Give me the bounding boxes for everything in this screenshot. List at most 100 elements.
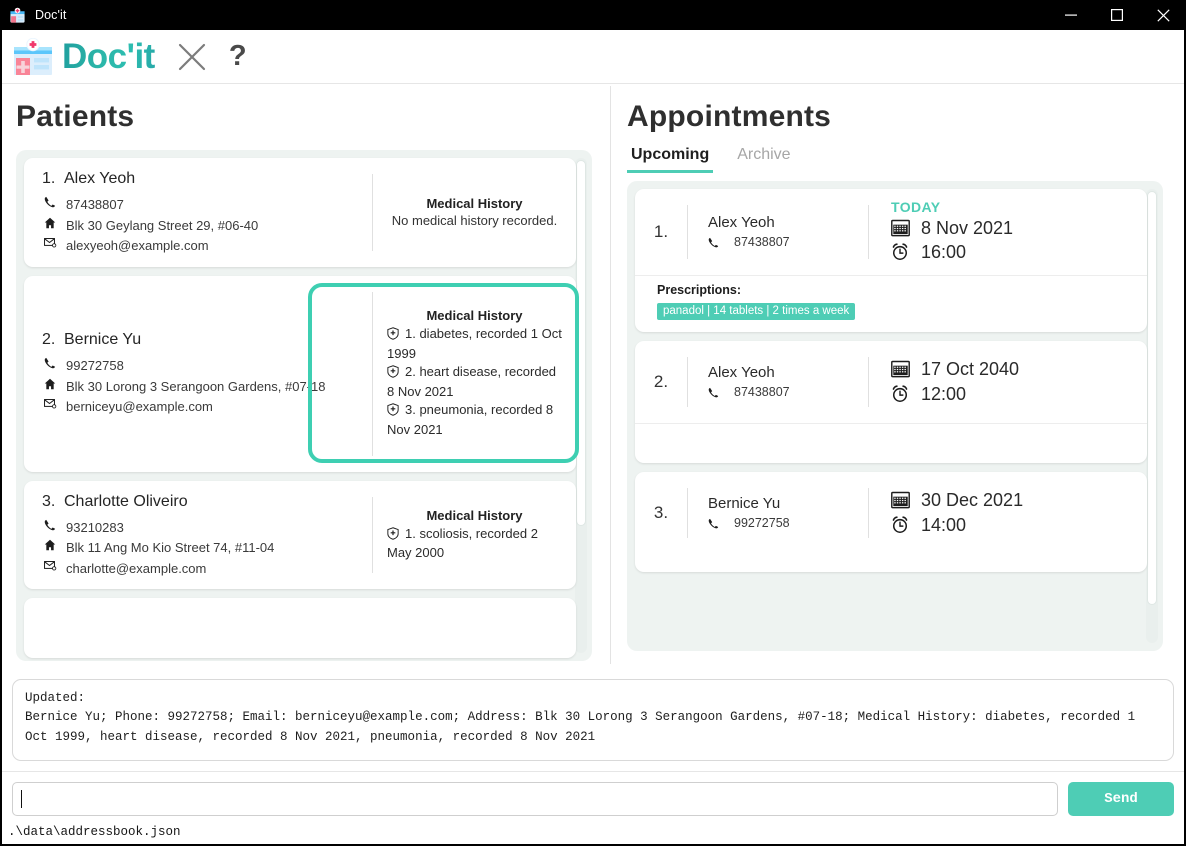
home-icon [42,217,66,229]
appointment-patient-phone: 87438807 [734,235,790,250]
alarm-clock-icon [891,243,921,261]
medical-history-item: 1. diabetes, recorded 1 Oct 1999 [387,325,562,363]
patients-panel: Patients 1. Alex Yeoh 87438807 Blk 30 Ge… [2,84,610,671]
appointment-index: 2. [653,371,669,391]
appointment-date-row: 30 Dec 2021 [891,488,1147,512]
appointment-time: 12:00 [921,383,967,404]
appointment-index: 3. [653,502,669,522]
patient-name-row: 1. Alex Yeoh [42,170,372,188]
appointment-time: 14:00 [921,514,967,535]
appointments-scrollbar-thumb[interactable] [1147,191,1157,605]
patient-medical-history: Medical History No medical history recor… [373,170,576,255]
appointment-index: 1. [653,221,669,241]
medical-history-text: 1. scoliosis, recorded 2 May 2000 [387,525,538,561]
appointment-card[interactable]: 1. Alex Yeoh 87438807 TODAY 8 Nov 2021 1… [635,189,1147,332]
shield-icon [387,365,399,383]
status-bar: .\data\addressbook.json [8,825,181,839]
appointment-datetime: 17 Oct 2040 12:00 [869,357,1147,406]
prescription-tag: panadol | 14 tablets | 2 times a week [657,302,856,320]
email-icon [42,398,66,409]
patient-name: Alex Yeoh [64,170,136,187]
maximize-icon[interactable] [1094,0,1140,30]
patient-email: berniceyu@example.com [66,399,213,415]
app-header: Doc'it ? [2,30,1184,84]
patient-address: Blk 30 Lorong 3 Serangoon Gardens, #07-1… [66,378,326,394]
clinic-icon [9,7,26,24]
appointment-card[interactable]: 3. Bernice Yu 99272758 30 Dec 2021 14:00 [635,471,1147,572]
shield-icon [387,327,399,345]
appointment-datetime: 30 Dec 2021 14:00 [869,488,1147,537]
patient-card[interactable] [24,598,576,659]
alarm-clock-icon [891,516,921,534]
patient-name: Charlotte Oliveiro [64,492,188,510]
appointments-tabs: Upcoming Archive [627,144,1184,173]
patient-index: 2. [42,331,56,349]
patients-title: Patients [16,100,135,133]
phone-icon [42,196,66,208]
patient-address-row: Blk 30 Geylang Street 29, #06-40 [42,217,372,235]
appointment-patient-phone: 87438807 [734,385,790,400]
home-icon [42,539,66,551]
patient-phone: 87438807 [66,197,124,212]
appointment-patient: Bernice Yu 99272758 [688,495,868,530]
tab-archive[interactable]: Archive [733,144,794,173]
tab-upcoming[interactable]: Upcoming [627,144,714,173]
calendar-icon [891,360,921,378]
medical-history-text: 1. diabetes, recorded 1 Oct 1999 [387,326,562,362]
patients-scrollbar[interactable] [575,158,587,653]
close-x-icon[interactable] [177,42,207,72]
appointment-patient: Alex Yeoh 87438807 [688,214,868,249]
patient-email: charlotte@example.com [66,560,207,576]
patient-name-row: 3. Charlotte Oliveiro [42,493,372,511]
appointment-date-row: 8 Nov 2021 [891,216,1147,240]
command-input[interactable] [12,782,1058,816]
appointment-card-footer [635,554,1147,572]
patients-scrollbar-thumb[interactable] [576,160,586,526]
patient-email: alexyeoh@example.com [66,238,209,254]
send-button[interactable]: Send [1068,782,1174,816]
patient-address-row: Blk 30 Lorong 3 Serangoon Gardens, #07-1… [42,378,372,396]
appointments-panel: Appointments Upcoming Archive 1. Alex Ye… [611,84,1184,671]
medical-history-text: 2. heart disease, recorded 8 Nov 2021 [387,364,557,400]
phone-icon [708,237,734,248]
shield-icon [387,526,399,545]
appointment-date-row: 17 Oct 2040 [891,357,1147,381]
appointment-summary: 1. Alex Yeoh 87438807 TODAY 8 Nov 2021 1… [635,189,1147,275]
patients-list: 1. Alex Yeoh 87438807 Blk 30 Geylang Str… [16,150,592,661]
question-mark-icon[interactable]: ? [229,42,247,71]
medical-history-item: 3. pneumonia, recorded 8 Nov 2021 [387,401,562,439]
appointment-card[interactable]: 2. Alex Yeoh 87438807 17 Oct 2040 12:00 [635,340,1147,463]
patient-name: Bernice Yu [64,331,142,349]
medical-history-title: Medical History [426,196,523,212]
app-body: Patients 1. Alex Yeoh 87438807 Blk 30 Ge… [2,84,1184,671]
phone-icon [708,387,734,398]
patient-email-row: charlotte@example.com [42,560,372,578]
alarm-clock-icon [891,385,921,403]
phone-icon [42,519,66,531]
medical-history-title: Medical History [426,507,523,523]
command-row: Send [2,772,1184,816]
patient-card[interactable]: 2. Bernice Yu 99272758 Blk 30 Lorong 3 S… [24,275,576,472]
medical-history-title: Medical History [426,308,523,324]
medical-history-item: 2. heart disease, recorded 8 Nov 2021 [387,363,562,401]
appointment-patient-name: Alex Yeoh [708,364,775,382]
close-icon[interactable] [1140,0,1186,30]
minimize-icon[interactable] [1048,0,1094,30]
prescriptions-label: Prescriptions: [657,282,742,297]
patient-card[interactable]: 1. Alex Yeoh 87438807 Blk 30 Geylang Str… [24,158,576,267]
appointment-patient-name: Alex Yeoh [708,214,775,232]
appointment-time: 16:00 [921,242,967,263]
patient-address: Blk 11 Ang Mo Kio Street 74, #11-04 [66,540,275,556]
appointments-scrollbar[interactable] [1146,189,1158,643]
medical-history-text: 3. pneumonia, recorded 8 Nov 2021 [387,402,554,438]
patient-card[interactable]: 3. Charlotte Oliveiro 93210283 Blk 11 An… [24,480,576,590]
patient-medical-history: Medical History 1. diabetes, recorded 1 … [373,288,576,460]
appointments-list: 1. Alex Yeoh 87438807 TODAY 8 Nov 2021 1… [627,181,1163,651]
shield-icon [387,403,399,421]
appointments-title: Appointments [627,100,832,133]
appointment-time-row: 14:00 [891,513,1147,537]
appointment-patient-phone-row: 87438807 [708,385,868,399]
calendar-icon [891,219,921,237]
email-icon [42,560,66,571]
patient-email-row: berniceyu@example.com [42,398,372,416]
